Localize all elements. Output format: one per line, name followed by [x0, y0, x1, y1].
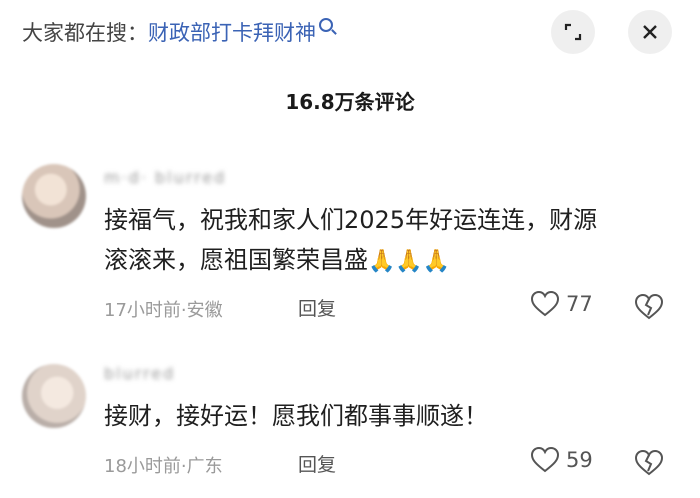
heart-icon — [530, 446, 560, 473]
expand-icon — [564, 23, 582, 41]
close-button[interactable] — [628, 10, 672, 54]
like-count: 77 — [566, 292, 593, 316]
dislike-button[interactable] — [634, 449, 664, 481]
dislike-button[interactable] — [634, 293, 664, 325]
avatar[interactable] — [22, 364, 86, 428]
close-icon — [643, 25, 657, 39]
comment-item: blurred 接财，接好运！愿我们都事事顺遂！ 18小时前·广东 回复 59 — [0, 356, 700, 496]
pray-emoji-icon: 🙏🙏🙏 — [368, 249, 451, 274]
comment-text-line1: 接福气，祝我和家人们2025年好运连连，财源 — [104, 206, 598, 234]
broken-heart-icon — [634, 293, 664, 320]
heart-icon — [530, 290, 560, 317]
top-bar: 大家都在搜：财政部打卡拜财神 — [0, 0, 700, 64]
broken-heart-icon — [634, 449, 664, 476]
like-button[interactable]: 77 — [530, 290, 593, 318]
like-count: 59 — [566, 448, 593, 472]
reply-button[interactable]: 回复 — [298, 294, 336, 321]
comment-text: 接财，接好运！愿我们都事事顺遂！ — [104, 396, 664, 436]
search-topic-link[interactable]: 财政部打卡拜财神 — [148, 21, 316, 45]
avatar[interactable] — [22, 164, 86, 228]
comment-text: 接福气，祝我和家人们2025年好运连连，财源 滚滚来，愿祖国繁荣昌盛🙏🙏🙏 — [104, 200, 664, 282]
username[interactable]: blurred — [104, 364, 175, 383]
comment-time-location: 18小时前·广东 — [104, 456, 223, 477]
comment-text-line1: 接财，接好运！愿我们都事事顺遂！ — [104, 402, 488, 430]
comment-count: 16.8万条评论 — [285, 90, 415, 114]
expand-button[interactable] — [551, 10, 595, 54]
search-prefix-label: 大家都在搜： — [22, 21, 148, 45]
like-button[interactable]: 59 — [530, 446, 593, 474]
comment-item: m·d· blurred 接福气，祝我和家人们2025年好运连连，财源 滚滚来，… — [0, 158, 700, 338]
reply-button[interactable]: 回复 — [298, 450, 336, 477]
trending-search[interactable]: 大家都在搜：财政部打卡拜财神 — [22, 17, 333, 47]
comment-time-location: 17小时前·安徽 — [104, 300, 223, 321]
comment-text-line2: 滚滚来，愿祖国繁荣昌盛 — [104, 246, 368, 274]
username[interactable]: m·d· blurred — [104, 168, 226, 187]
search-icon — [319, 18, 333, 32]
